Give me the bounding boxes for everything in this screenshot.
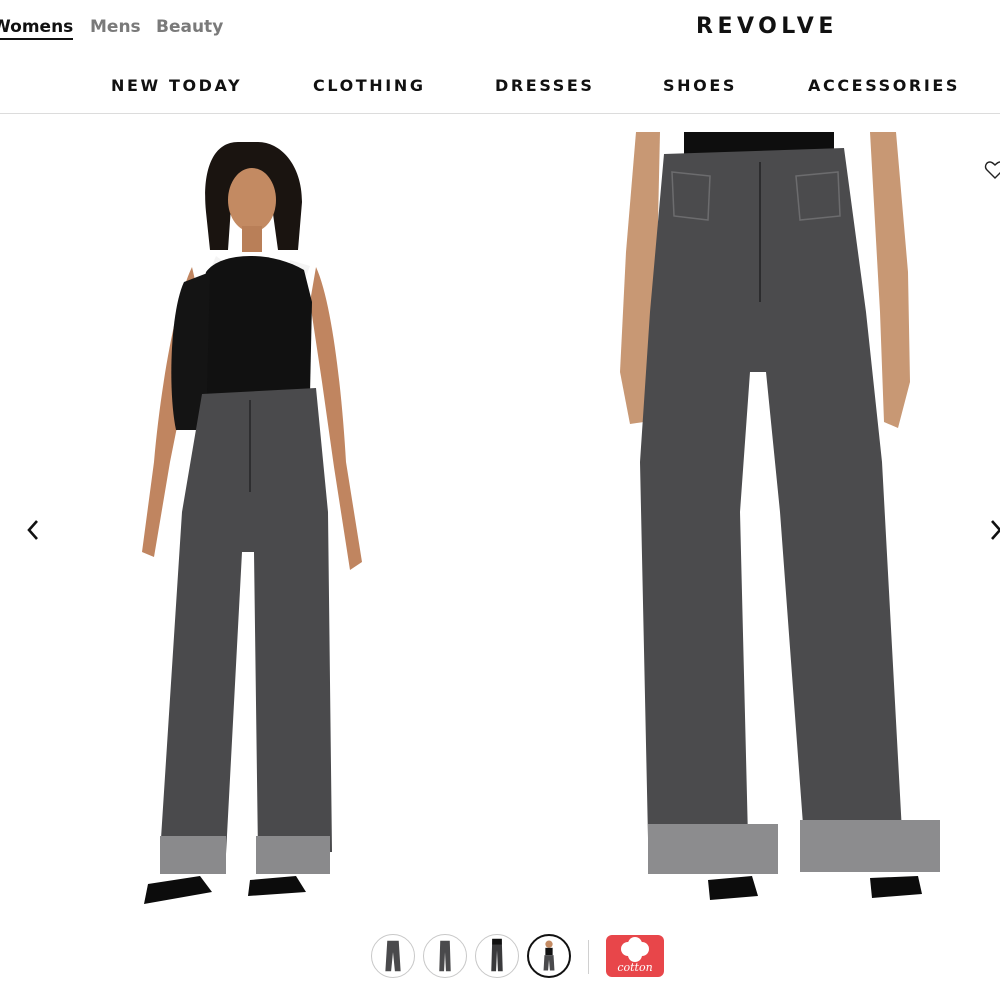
nav-clothing[interactable]: CLOTHING [313,76,426,95]
thumbnail-strip: cotton [0,934,1000,980]
dept-womens-link[interactable]: Womens [0,17,74,40]
nav-accessories[interactable]: ACCESSORIES [808,76,960,95]
product-image-jeans-closeup[interactable] [600,132,940,915]
nav-shoes[interactable]: SHOES [663,76,737,95]
main-nav: NEW TODAY CLOTHING DRESSES SHOES ACCESSO… [0,56,1000,114]
revolve-logo[interactable]: REVOLVE [696,14,838,39]
nav-new-today[interactable]: NEW TODAY [111,76,242,95]
thumbnail-2[interactable] [423,934,467,978]
product-gallery [0,115,1000,930]
cotton-badge-text: cotton [617,961,653,974]
chevron-right-icon[interactable] [984,513,1000,547]
heart-outline-icon[interactable] [984,159,1000,181]
cotton-badge: cotton [606,935,664,977]
nav-dresses[interactable]: DRESSES [495,76,595,95]
divider [588,940,589,974]
dept-mens-link[interactable]: Mens [90,17,141,37]
product-image-model-full[interactable] [120,132,390,915]
dept-beauty-link[interactable]: Beauty [156,17,223,37]
thumbnail-3[interactable] [475,934,519,978]
top-bar: Womens Mens Beauty REVOLVE [0,0,1000,56]
thumbnail-4[interactable] [527,934,571,978]
thumbnail-1[interactable] [371,934,415,978]
chevron-left-icon[interactable] [21,513,45,547]
